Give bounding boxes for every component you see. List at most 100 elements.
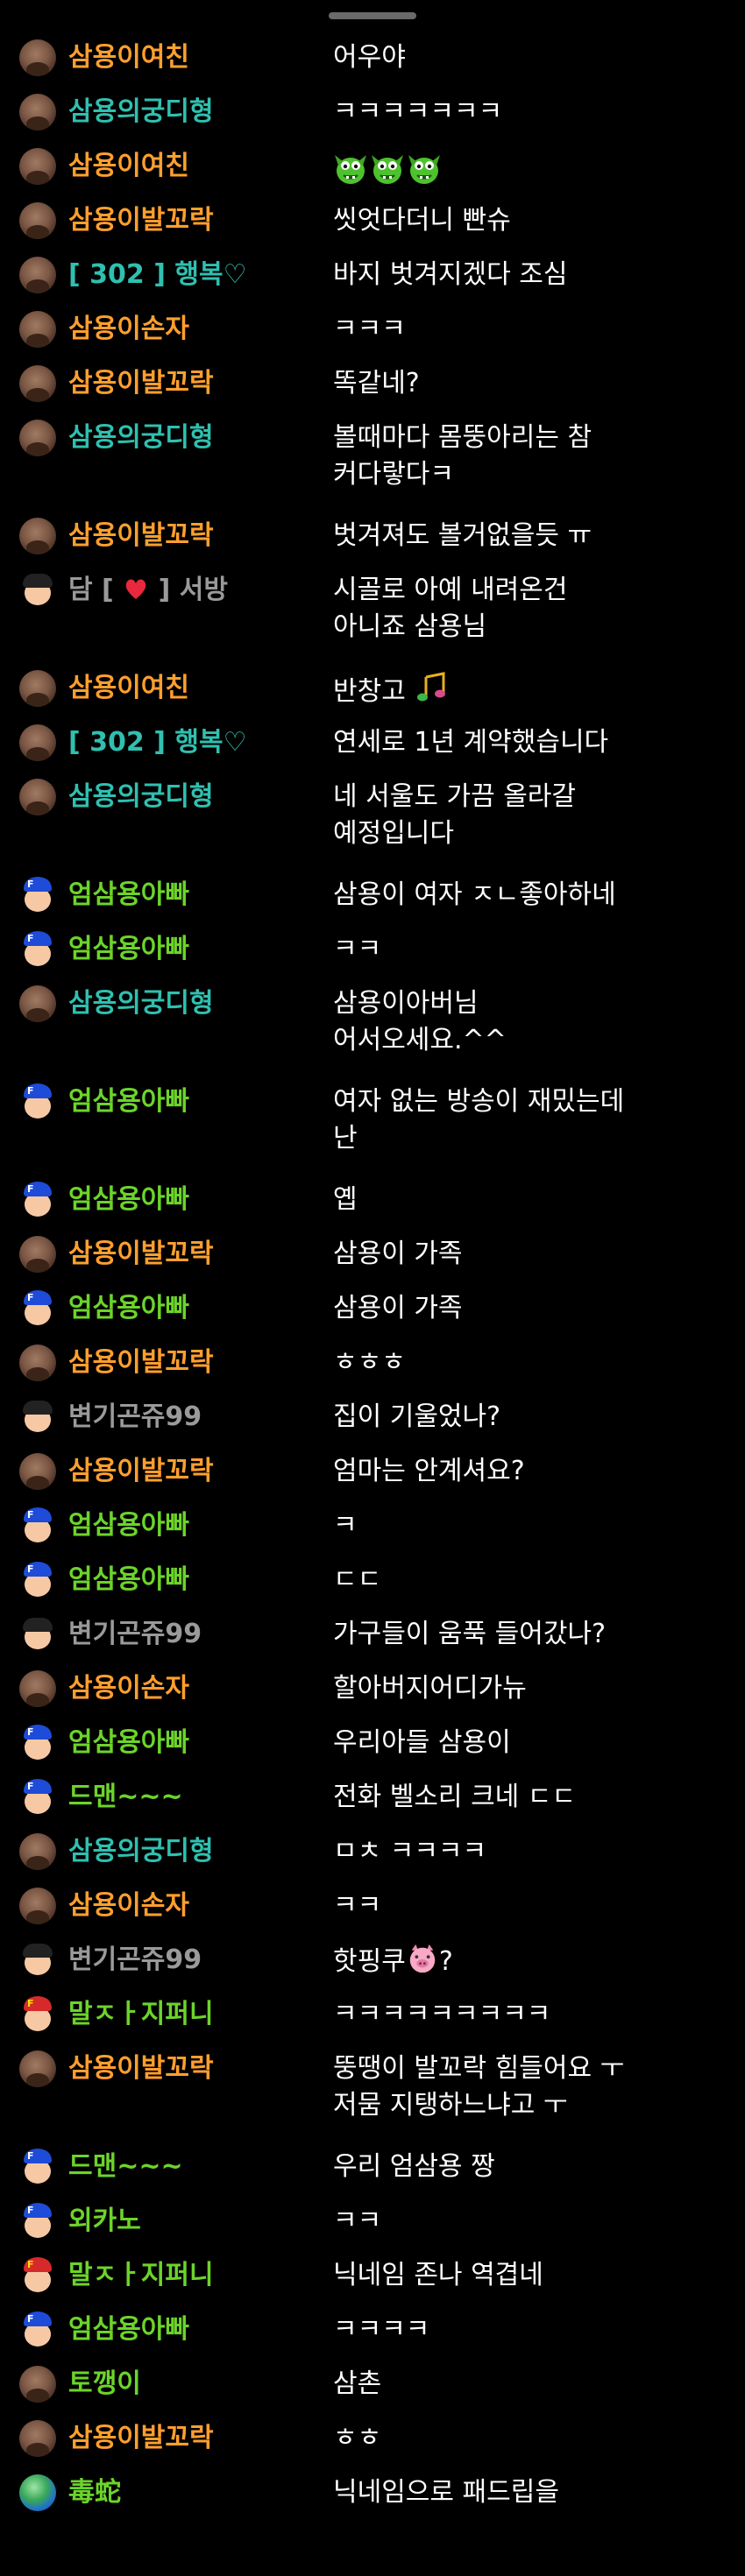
username[interactable]: 변기곤쥬99 xyxy=(68,1942,202,1979)
user-avatar[interactable] xyxy=(19,670,56,707)
message-text: 볼때마다 몸뚱아리는 참 커다랗다ㅋ xyxy=(333,420,719,493)
user-avatar[interactable] xyxy=(19,572,56,609)
username[interactable]: 엄삼용아빠 xyxy=(68,2311,189,2348)
green-monster-emote xyxy=(335,155,366,184)
user-avatar[interactable] xyxy=(19,148,56,185)
username[interactable]: 말ㅈㅏ지퍼니 xyxy=(68,1996,214,2033)
username[interactable]: 삼용이발꼬락 xyxy=(68,1453,214,1490)
username[interactable]: 삼용이발꼬락 xyxy=(68,365,214,402)
username[interactable]: 삼용이발꼬락 xyxy=(68,202,214,239)
username[interactable]: 삼용이여친 xyxy=(68,39,189,76)
message-text: 할아버지어디가뉴 xyxy=(333,1670,719,1707)
message-body: 전화 벨소리 크네 ㄷㄷ xyxy=(333,1782,577,1812)
username[interactable]: 엄삼용아빠 xyxy=(68,1083,189,1120)
chat-message-row: 삼용의궁디형 네 서울도 가끔 올라갈 예정입니다 xyxy=(0,779,745,859)
username[interactable]: 말ㅈㅏ지퍼니 xyxy=(68,2257,214,2294)
user-avatar[interactable] xyxy=(19,1290,56,1327)
message-text: 삼촌 xyxy=(333,2366,719,2403)
username[interactable]: 변기곤쥬99 xyxy=(68,1616,202,1653)
username[interactable]: 드맨~~~ xyxy=(68,1779,183,1816)
username[interactable]: 삼용이손자 xyxy=(68,311,189,348)
username[interactable]: 삼용의궁디형 xyxy=(68,94,214,131)
user-avatar[interactable] xyxy=(19,1236,56,1273)
message-text: 씻엇다더니 빤슈 xyxy=(333,202,719,239)
username[interactable]: 변기곤쥬99 xyxy=(68,1399,202,1436)
user-avatar[interactable] xyxy=(19,1182,56,1218)
user-avatar[interactable] xyxy=(19,518,56,554)
username[interactable]: 삼용이손자 xyxy=(68,1670,189,1707)
user-avatar[interactable] xyxy=(19,39,56,76)
message-text: 핫핑쿠? xyxy=(333,1942,719,1980)
message-text: ㅎㅎ xyxy=(333,2420,719,2457)
user-avatar[interactable] xyxy=(19,365,56,402)
user-avatar[interactable] xyxy=(19,1725,56,1761)
user-avatar[interactable] xyxy=(19,1833,56,1870)
username[interactable]: 엄삼용아빠 xyxy=(68,931,189,968)
user-avatar[interactable] xyxy=(19,1399,56,1436)
message-body: 집이 기울었나? xyxy=(333,1401,501,1432)
username[interactable]: 毒蛇 xyxy=(68,2474,121,2511)
chat-message-row: 삼용이손자 ㅋㅋ xyxy=(0,1888,745,1924)
user-avatar[interactable] xyxy=(19,2420,56,2457)
user-avatar[interactable] xyxy=(19,2203,56,2240)
username[interactable]: [ 302 ] 행복♡ xyxy=(68,724,246,761)
username[interactable]: 드맨~~~ xyxy=(68,2149,183,2185)
message-text: 집이 기울었나? xyxy=(333,1399,719,1436)
username[interactable]: 삼용의궁디형 xyxy=(68,1833,214,1870)
user-avatar[interactable] xyxy=(19,1616,56,1653)
user-avatar[interactable] xyxy=(19,1779,56,1816)
username[interactable]: 삼용이손자 xyxy=(68,1888,189,1924)
emote-group xyxy=(333,148,442,185)
user-avatar[interactable] xyxy=(19,1507,56,1544)
user-avatar[interactable] xyxy=(19,2366,56,2403)
user-avatar[interactable] xyxy=(19,1670,56,1707)
user-avatar[interactable] xyxy=(19,2311,56,2348)
user-avatar[interactable] xyxy=(19,2050,56,2087)
user-avatar[interactable] xyxy=(19,1888,56,1924)
username[interactable]: 삼용의궁디형 xyxy=(68,420,214,456)
username[interactable]: 엄삼용아빠 xyxy=(68,1290,189,1327)
user-avatar[interactable] xyxy=(19,1942,56,1979)
message-body: 가구들이 움푹 들어갔나? xyxy=(333,1619,606,1649)
user-avatar[interactable] xyxy=(19,257,56,293)
user-avatar[interactable] xyxy=(19,311,56,348)
username[interactable]: 삼용의궁디형 xyxy=(68,985,214,1022)
username[interactable]: 엄삼용아빠 xyxy=(68,1562,189,1599)
username[interactable]: 외카노 xyxy=(68,2203,141,2240)
username[interactable]: [ 302 ] 행복♡ xyxy=(68,257,246,293)
user-avatar[interactable] xyxy=(19,420,56,456)
message-text: 뚱땡이 발꼬락 힘들어요 ㅜ 저뭄 지탱하느냐고 ㅜ xyxy=(333,2050,719,2124)
user-avatar[interactable] xyxy=(19,1562,56,1599)
user-avatar[interactable] xyxy=(19,985,56,1022)
user-avatar[interactable] xyxy=(19,2257,56,2294)
username[interactable]: 삼용이여친 xyxy=(68,670,189,707)
user-avatar[interactable] xyxy=(19,94,56,131)
user-avatar[interactable] xyxy=(19,779,56,815)
user-avatar[interactable] xyxy=(19,724,56,761)
username[interactable]: 담 [ ] 서방 xyxy=(68,572,228,609)
user-avatar[interactable] xyxy=(19,877,56,914)
username[interactable]: 삼용이발꼬락 xyxy=(68,1236,214,1273)
user-avatar[interactable] xyxy=(19,1453,56,1490)
username[interactable]: 엄삼용아빠 xyxy=(68,1182,189,1218)
username[interactable]: 엄삼용아빠 xyxy=(68,1725,189,1761)
username[interactable]: 삼용이발꼬락 xyxy=(68,2420,214,2457)
user-avatar[interactable] xyxy=(19,1083,56,1120)
user-avatar[interactable] xyxy=(19,1344,56,1381)
username[interactable]: 삼용의궁디형 xyxy=(68,779,214,815)
drag-handle[interactable] xyxy=(329,12,416,19)
user-avatar[interactable] xyxy=(19,1996,56,2033)
username[interactable]: 엄삼용아빠 xyxy=(68,1507,189,1544)
username[interactable]: 토깽이 xyxy=(68,2366,141,2403)
user-avatar[interactable] xyxy=(19,2474,56,2511)
username[interactable]: 삼용이여친 xyxy=(68,148,189,185)
user-avatar[interactable] xyxy=(19,2149,56,2185)
message-text: 옙 xyxy=(333,1182,719,1218)
user-avatar[interactable] xyxy=(19,931,56,968)
message-text: 벗겨져도 볼거없을듯 ㅠ xyxy=(333,518,719,554)
username[interactable]: 삼용이발꼬락 xyxy=(68,2050,214,2087)
username[interactable]: 엄삼용아빠 xyxy=(68,877,189,914)
user-avatar[interactable] xyxy=(19,202,56,239)
username[interactable]: 삼용이발꼬락 xyxy=(68,518,214,554)
username[interactable]: 삼용이발꼬락 xyxy=(68,1344,214,1381)
